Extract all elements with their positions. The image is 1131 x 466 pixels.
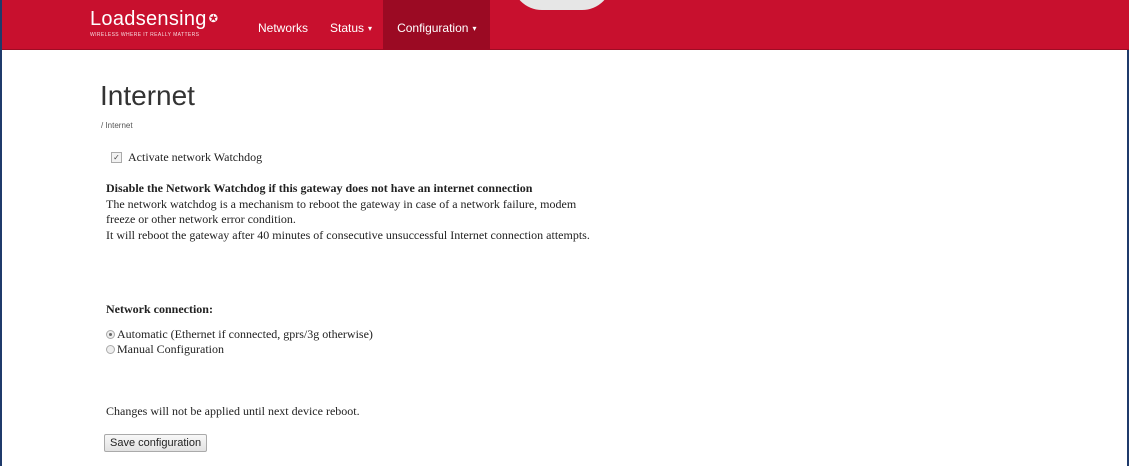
nav-menu: Networks Status ▾ Configuration ▾ (247, 0, 491, 50)
nav-item-configuration[interactable]: Configuration ▾ (383, 0, 491, 50)
watchdog-description-line: It will reboot the gateway after 40 minu… (106, 227, 590, 242)
watchdog-checkbox[interactable]: ✓ (111, 152, 122, 163)
reboot-note: Changes will not be applied until next d… (106, 404, 360, 418)
radio-option-manual[interactable]: Manual Configuration (106, 342, 373, 357)
nav-item-label: Status (330, 21, 365, 35)
breadcrumb[interactable]: / Internet (101, 121, 133, 130)
watchdog-info: Disable the Network Watchdog if this gat… (106, 181, 590, 243)
watchdog-checkbox-row[interactable]: ✓ Activate network Watchdog (111, 150, 262, 165)
watchdog-warning-heading: Disable the Network Watchdog if this gat… (106, 181, 533, 195)
caret-down-icon: ▾ (368, 23, 373, 33)
page-title: Internet (100, 80, 195, 111)
radio-option-automatic[interactable]: Automatic (Ethernet if connected, gprs/3… (106, 327, 373, 342)
nav-item-status[interactable]: Status ▾ (319, 0, 383, 50)
nav-item-networks[interactable]: Networks (247, 0, 319, 50)
radio-automatic[interactable] (106, 330, 115, 339)
brand-name: Loadsensing ✪ (90, 8, 219, 30)
watchdog-checkbox-label: Activate network Watchdog (128, 150, 263, 164)
nav-item-label: Configuration (397, 21, 469, 35)
radio-manual[interactable] (106, 345, 115, 354)
save-configuration-button[interactable]: Save configuration (104, 434, 208, 452)
network-connection-radio-group: Automatic (Ethernet if connected, gprs/3… (106, 327, 373, 357)
network-connection-label: Network connection: (106, 302, 213, 316)
radio-label: Manual Configuration (117, 342, 224, 356)
watchdog-description-line: The network watchdog is a mechanism to r… (106, 196, 577, 211)
watchdog-description-line: freeze or other network error condition. (106, 212, 296, 226)
brand-tagline: WIRELESS WHERE IT REALLY MATTERS (90, 32, 200, 38)
radio-label: Automatic (Ethernet if connected, gprs/3… (117, 327, 373, 341)
logo-signal-icon: ✪ (208, 13, 219, 25)
nav-item-label: Networks (258, 21, 309, 35)
brand-logo[interactable]: Loadsensing ✪ WIRELESS WHERE IT REALLY MA… (90, 8, 218, 38)
caret-down-icon: ▾ (472, 23, 477, 33)
